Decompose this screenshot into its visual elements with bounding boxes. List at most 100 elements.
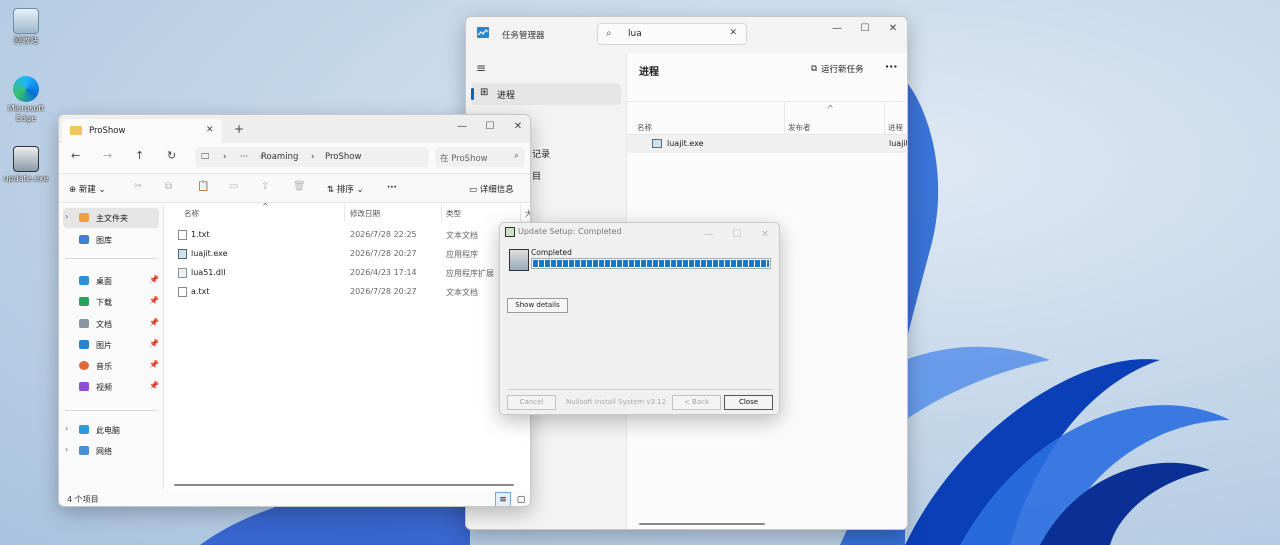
sidebar-label: 图片	[96, 341, 112, 350]
close-button[interactable]: ✕	[751, 223, 779, 245]
close-button[interactable]: ✕	[879, 17, 907, 39]
details-view-icon[interactable]: ≡	[495, 492, 511, 506]
breadcrumb-proshow[interactable]: ProShow	[325, 152, 361, 162]
desktop-icon-edge[interactable]: Microsoft Edge	[1, 76, 51, 124]
pin-icon[interactable]: 📌	[149, 275, 159, 284]
sidebar-item-gallery[interactable]: 图库	[63, 230, 159, 250]
file-row[interactable]: 1.txt 2026/7/28 22:25 文本文档	[164, 225, 530, 244]
details-pane-button[interactable]: ▭ 详细信息	[469, 183, 514, 195]
paste-icon[interactable]: 📋	[197, 181, 209, 192]
more-options-button[interactable]: ···	[387, 183, 397, 193]
file-row[interactable]: lua51.dll 2026/4/23 17:14 应用程序扩展	[164, 263, 530, 282]
back-button[interactable]: < Back	[672, 395, 721, 410]
show-details-button[interactable]: Show details	[507, 298, 568, 313]
downloads-icon	[79, 297, 89, 306]
close-dialog-button[interactable]: Close	[724, 395, 773, 410]
tiles-view-icon[interactable]: ▢	[513, 492, 529, 506]
column-divider[interactable]	[520, 204, 521, 222]
setup-dialog[interactable]: Update Setup: Completed — ☐ ✕ Completed …	[499, 222, 780, 415]
expand-chevron-icon[interactable]: ›	[65, 424, 68, 433]
column-name[interactable]: 名称	[637, 122, 652, 133]
column-publisher[interactable]: 发布者	[788, 122, 811, 133]
horizontal-scrollbar[interactable]	[174, 484, 514, 486]
rename-icon[interactable]: ▭	[229, 181, 238, 192]
breadcrumb-roaming[interactable]: Roaming	[261, 152, 298, 162]
nav-item-history[interactable]: 记录	[532, 147, 550, 160]
sort-button[interactable]: ⇅ 排序 ⌄	[327, 183, 364, 195]
sidebar-item-pictures[interactable]: 图片 📌	[63, 335, 159, 355]
maximize-button[interactable]: ☐	[851, 17, 879, 39]
sidebar-item-downloads[interactable]: 下载 📌	[63, 292, 159, 312]
pin-icon[interactable]: 📌	[149, 381, 159, 390]
column-name[interactable]: 名称	[184, 208, 199, 219]
forward-arrow-icon[interactable]: →	[103, 149, 112, 162]
up-arrow-icon[interactable]: ↑	[135, 149, 144, 162]
maximize-button[interactable]: ☐	[476, 115, 504, 137]
divider	[508, 389, 773, 390]
sidebar-item-home[interactable]: › 主文件夹	[63, 208, 159, 228]
column-type[interactable]: 类型	[446, 208, 461, 219]
sidebar-item-network[interactable]: › 网络	[63, 441, 159, 461]
column-size[interactable]: 大	[525, 208, 530, 219]
pin-icon[interactable]: 📌	[149, 339, 159, 348]
desktop-icon-recycle-bin[interactable]: 回收站	[1, 8, 51, 46]
hamburger-menu-icon[interactable]: ≡	[476, 61, 486, 75]
pin-icon[interactable]: 📌	[149, 360, 159, 369]
file-explorer-window[interactable]: ProShow ✕ + — ☐ ✕ ← → ↑ ↻ 🖵 › ··· › Roam…	[58, 114, 531, 507]
back-arrow-icon[interactable]: ←	[71, 149, 80, 162]
computer-icon: 🖵	[201, 152, 210, 162]
close-tab-icon[interactable]: ✕	[206, 125, 214, 135]
file-row[interactable]: a.txt 2026/7/28 20:27 文本文档	[164, 282, 530, 301]
sidebar-item-desktop[interactable]: 桌面 📌	[63, 271, 159, 291]
column-modified[interactable]: 修改日期	[350, 208, 380, 219]
close-button[interactable]: ✕	[504, 115, 530, 137]
address-bar[interactable]: 🖵 › ··· › Roaming › ProShow	[195, 147, 429, 167]
cancel-button[interactable]: Cancel	[507, 395, 556, 410]
sidebar-item-music[interactable]: 音乐 📌	[63, 356, 159, 376]
pictures-icon	[79, 340, 89, 349]
documents-icon	[79, 319, 89, 328]
delete-icon[interactable]: 🗑	[293, 181, 306, 192]
file-name: lua51.dll	[191, 268, 226, 277]
column-divider[interactable]	[344, 204, 345, 222]
divider	[65, 410, 157, 411]
horizontal-scrollbar[interactable]	[639, 523, 765, 525]
more-options-button[interactable]: ···	[885, 60, 898, 73]
sidebar-item-documents[interactable]: 文档 📌	[63, 314, 159, 334]
exe-icon	[652, 139, 662, 148]
file-row[interactable]: luajit.exe 2026/7/28 20:27 应用程序	[164, 244, 530, 263]
clear-search-icon[interactable]: ✕	[729, 28, 737, 38]
copy-icon[interactable]: ⧉	[165, 181, 172, 192]
nav-item-processes[interactable]: ⊞ 进程	[471, 83, 621, 105]
minimize-button[interactable]: —	[823, 17, 851, 39]
column-divider[interactable]	[784, 102, 785, 136]
minimize-button[interactable]: —	[448, 115, 476, 137]
search-input[interactable]: 在 ProShow ⌕	[435, 147, 525, 167]
run-new-task-button[interactable]: ⧉ 运行新任务	[811, 63, 864, 75]
pin-icon[interactable]: 📌	[149, 296, 159, 305]
desktop-icon-update[interactable]: update.exe	[1, 146, 51, 184]
folder-icon	[70, 126, 82, 135]
sidebar-item-videos[interactable]: 视频 📌	[63, 377, 159, 397]
new-button[interactable]: ⊕ 新建 ⌄	[69, 183, 106, 195]
expand-chevron-icon[interactable]: ›	[65, 445, 68, 454]
dialog-title: Update Setup: Completed	[518, 227, 622, 236]
minimize-button[interactable]: —	[695, 223, 723, 245]
cut-icon[interactable]: ✂	[134, 181, 142, 192]
maximize-button[interactable]: ☐	[723, 223, 751, 245]
share-icon[interactable]: ⇪	[261, 181, 269, 192]
item-count: 4 个项目	[67, 495, 99, 504]
pin-icon[interactable]: 📌	[149, 318, 159, 327]
videos-icon	[79, 382, 89, 391]
tab-proshow[interactable]: ProShow ✕	[62, 119, 222, 143]
process-row[interactable]: luajit.exe luajit.e	[627, 135, 907, 153]
home-icon	[79, 213, 89, 222]
column-divider[interactable]	[884, 102, 885, 136]
new-tab-button[interactable]: +	[234, 122, 244, 136]
search-input[interactable]: ⌕ lua ✕	[597, 23, 747, 45]
refresh-icon[interactable]: ↻	[167, 149, 176, 162]
column-divider[interactable]	[441, 204, 442, 222]
breadcrumb-more[interactable]: ···	[240, 152, 248, 162]
nav-item-partial[interactable]: 目	[532, 169, 541, 182]
sidebar-item-this-pc[interactable]: › 此电脑	[63, 420, 159, 440]
